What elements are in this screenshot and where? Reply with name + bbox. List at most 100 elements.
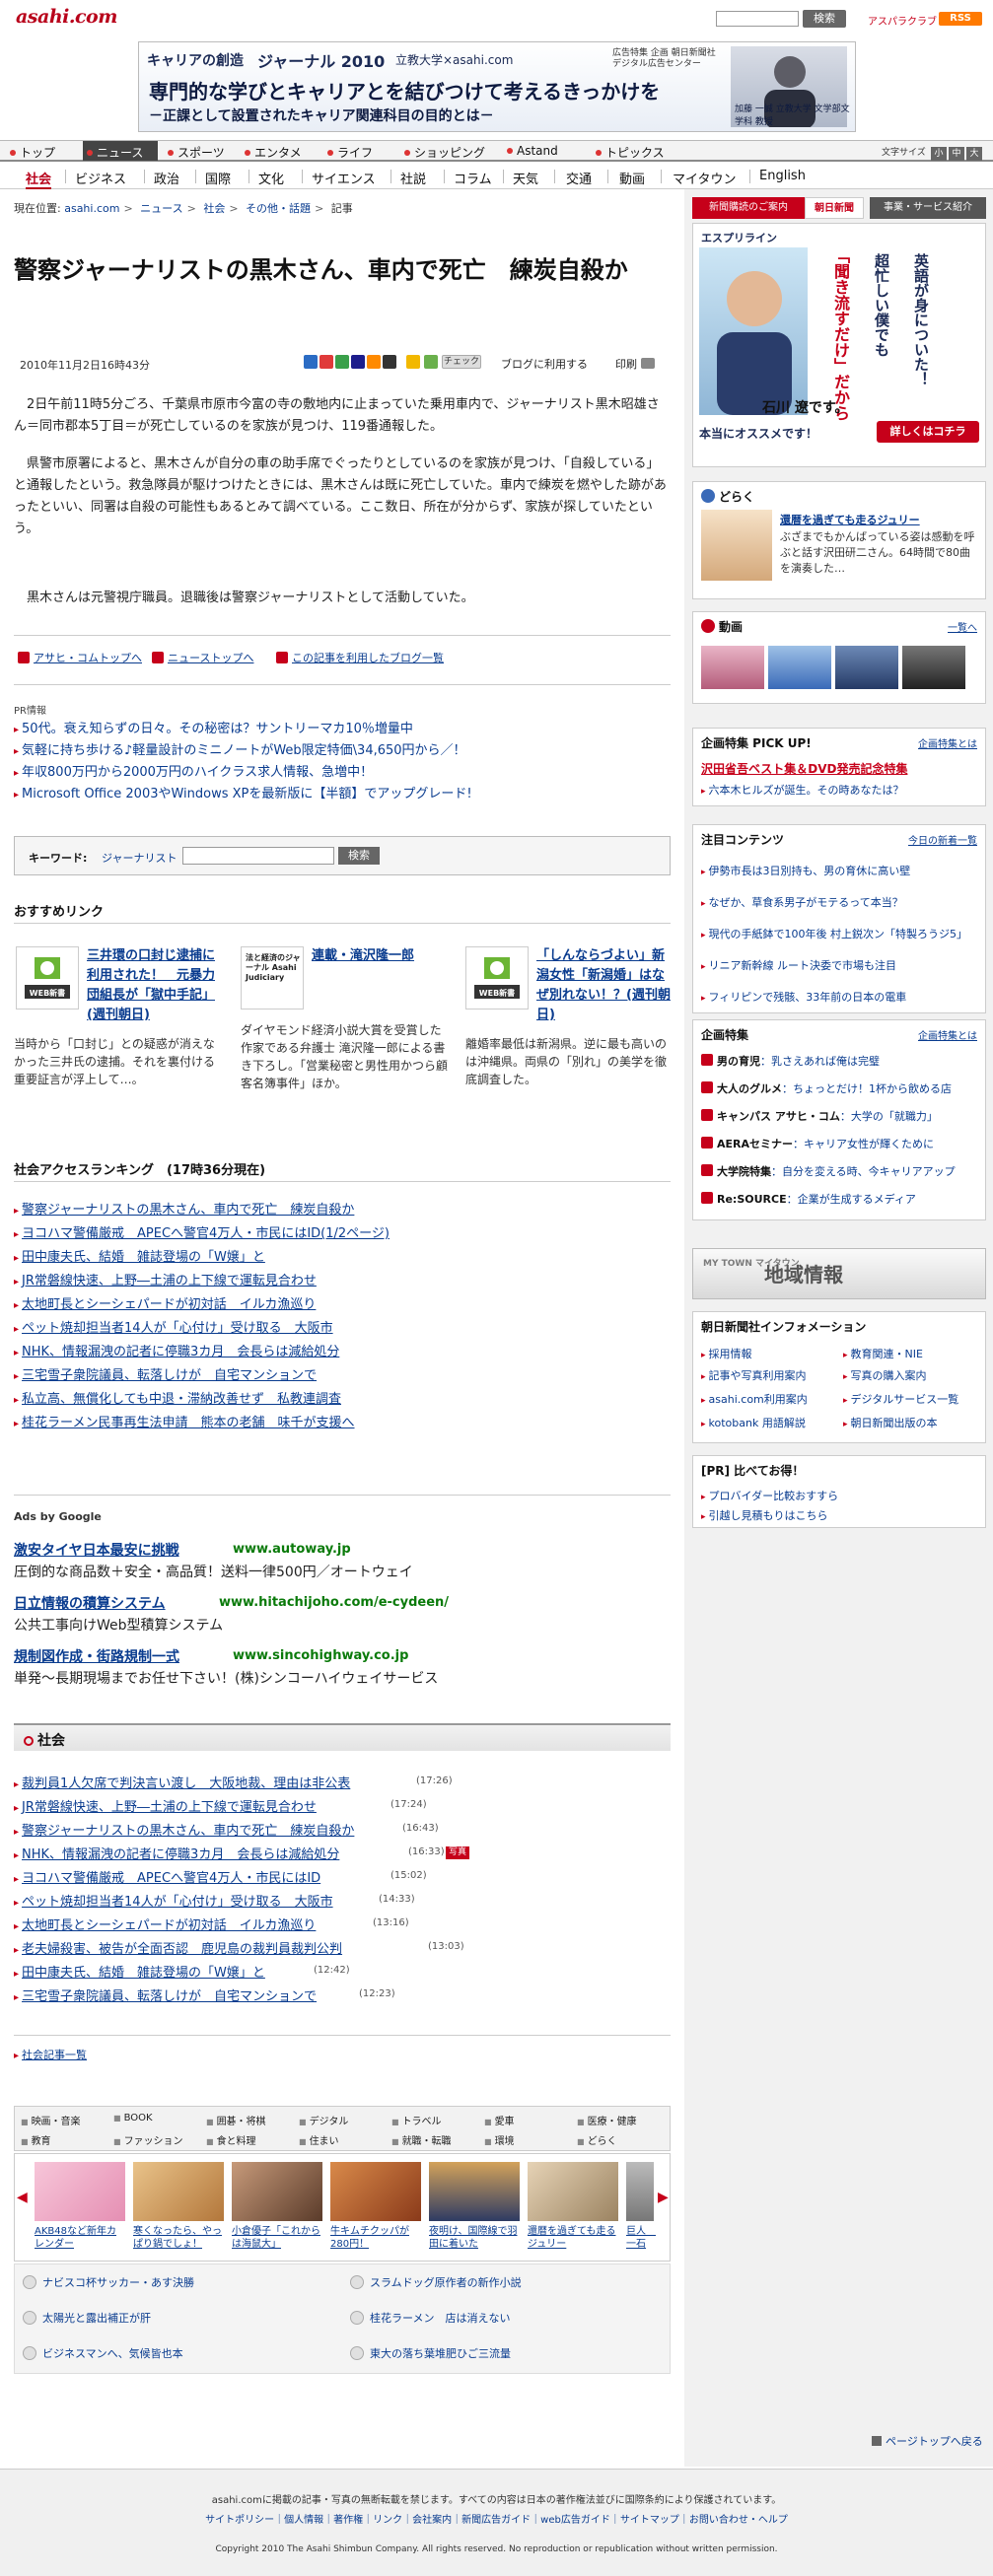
bottom-link[interactable]: ナビスコ杯サッカー・あす決勝 — [23, 2274, 194, 2290]
link-asahi-top[interactable]: アサヒ・コムトップへ — [18, 650, 142, 665]
info-item[interactable]: kotobank 用語解説 — [701, 1415, 806, 1430]
ad-title[interactable]: 規制図作成・街路規制一式 — [14, 1646, 179, 1666]
social-icon[interactable] — [319, 355, 333, 369]
breadcrumb-news[interactable]: ニュース — [140, 202, 182, 215]
info-item[interactable]: 写真の購入案内 — [843, 1367, 927, 1383]
link-blog-list[interactable]: この記事を利用したブログ一覧 — [276, 650, 444, 665]
english-ad[interactable]: エスプリライン 「聞き流すだけ」だから 超忙しい僕でも 英語が身についた！ 石川… — [692, 223, 986, 467]
info-item[interactable]: デジタルサービス一覧 — [843, 1391, 959, 1407]
info-item[interactable]: 教育関連・NIE — [843, 1346, 923, 1361]
featured-item[interactable]: 現代の手紙鉢で100年後 村上鋭次ン「特製ろうジ5」 — [701, 926, 968, 941]
mytown-banner[interactable]: MY TOWN マイタウン 地域情報 — [692, 1248, 986, 1299]
category-link[interactable]: 囲碁・将棋 — [206, 2113, 266, 2127]
category-link[interactable]: 愛車 — [484, 2113, 515, 2127]
text-size-medium[interactable]: 中 — [949, 147, 964, 161]
nav-life[interactable]: ライフ — [327, 144, 373, 161]
featured-item[interactable]: なぜか、草食系男子がモテるって本当？ — [701, 894, 903, 910]
text-size-small[interactable]: 小 — [931, 147, 947, 161]
ad-title[interactable]: 激安タイヤ日本最安に挑戦 — [14, 1540, 179, 1560]
blog-use-link[interactable]: ブログに利用する — [501, 356, 588, 372]
nav-entame[interactable]: エンタメ — [245, 144, 302, 161]
compare-item[interactable]: 引越し見積もりはこちら — [701, 1507, 828, 1523]
shakai-item[interactable]: ペット焼却担当者14人が「心付け」受け取る 大阪市 — [14, 1891, 333, 1910]
search-button[interactable]: 検索 — [803, 10, 846, 28]
ad-cta-button[interactable]: 詳しくはコチラ — [877, 421, 979, 443]
asparaclub-link[interactable]: アスパラクラブ — [868, 13, 937, 28]
pickup-item[interactable]: 六本木ヒルズが誕生。その時あなたは？ — [701, 782, 904, 798]
carousel-image[interactable] — [330, 2162, 421, 2221]
carousel-caption[interactable]: 寒くなったら、やっぱり鍋でしょ！ — [133, 2225, 224, 2251]
ranking-item[interactable]: 三宅雪子衆院議員、転落しけが 自宅マンションで — [14, 1364, 317, 1383]
shakai-item[interactable]: ヨコハマ警備厳戒 APECへ警官4万人・市民にはID — [14, 1867, 320, 1886]
ranking-item[interactable]: 田中康夫氏、結婚 雑誌登場の「W嬢」と — [14, 1246, 265, 1265]
video-title[interactable]: 動画 — [701, 618, 743, 635]
info-item[interactable]: asahi.com利用案内 — [701, 1391, 808, 1407]
feature-item[interactable]: Re:SOURCE：企業が生成するメディア — [717, 1191, 916, 1207]
video-thumb[interactable] — [902, 646, 965, 689]
ad-url[interactable]: www.hitachijoho.com/e-cydeen/ — [219, 1595, 449, 1610]
rss-icon[interactable]: RSS — [939, 12, 982, 26]
rec-title[interactable]: 三井環の口封じ逮捕に利用された！ 元暴力団組長が「獄中手記」(週刊朝日) — [87, 946, 219, 1025]
nav-shopping[interactable]: ショッピング — [404, 144, 485, 161]
featured-item[interactable]: フィリピンで残骸、33年前の日本の電車 — [701, 989, 907, 1005]
compare-item[interactable]: プロバイダー比較おすすら — [701, 1488, 839, 1503]
rss-small-icon[interactable] — [367, 355, 381, 369]
category-link[interactable]: 食と料理 — [206, 2132, 256, 2147]
feature-item[interactable]: キャンパス アサヒ・コム：大学の「就職力」 — [717, 1108, 938, 1124]
carousel-caption[interactable]: 巨人 一石 — [626, 2225, 656, 2251]
ranking-item[interactable]: 私立高、無償化しても中退・滞納改善せず 私教連調査 — [14, 1388, 341, 1407]
hatena-icon[interactable] — [383, 355, 396, 369]
tab-subscription[interactable]: 新聞購読のご案内 — [692, 197, 805, 219]
carousel-image[interactable] — [35, 2162, 125, 2221]
carousel-caption[interactable]: 還暦を過ぎても走るジュリー — [528, 2225, 618, 2251]
carousel-image[interactable] — [626, 2162, 654, 2221]
bottom-link[interactable]: 太陽光と露出補正が肝 — [23, 2310, 151, 2326]
special-more-link[interactable]: 企画特集とは — [918, 1027, 977, 1042]
ad-url[interactable]: www.sincohighway.co.jp — [233, 1648, 408, 1663]
carousel-image[interactable] — [429, 2162, 520, 2221]
video-thumb[interactable] — [835, 646, 898, 689]
nav-top[interactable]: トップ — [10, 144, 55, 161]
info-item[interactable]: 記事や写真利用案内 — [701, 1367, 807, 1383]
shakai-item[interactable]: 太地町長とシーシェパードが初対話 イルカ漁巡り — [14, 1915, 316, 1933]
doraku-title[interactable]: どらく — [701, 488, 754, 505]
featured-more-link[interactable]: 今日の新着一覧 — [908, 832, 977, 847]
subnav-business[interactable]: ビジネス — [75, 169, 126, 187]
rec-title[interactable]: 「しんならづよい」新潟女性「新潟婚」はなぜ別れない！？(週刊朝日) — [536, 946, 671, 1025]
nav-sports[interactable]: スポーツ — [168, 144, 225, 161]
category-link[interactable]: トラベル — [391, 2113, 442, 2127]
shakai-list-link[interactable]: 社会記事一覧 — [14, 2047, 87, 2062]
bottom-link[interactable]: 桂花ラーメン 店は消えない — [350, 2310, 511, 2326]
subnav-politics[interactable]: 政治 — [154, 169, 179, 187]
keyword-input[interactable] — [182, 847, 334, 865]
shakai-item[interactable]: NHK、情報漏洩の記者に停職3カ月 会長らは減給処分 — [14, 1844, 339, 1862]
pr-item[interactable]: 年収800万円から2000万円のハイクラス求人情報、急増中！ — [14, 761, 373, 780]
site-logo[interactable]: asahi.com — [16, 6, 117, 28]
shakai-item[interactable]: 三宅雪子衆院議員、転落しけが 自宅マンションで — [14, 1985, 317, 2004]
video-thumb[interactable] — [768, 646, 831, 689]
carousel-image[interactable] — [528, 2162, 618, 2221]
info-item[interactable]: 採用情報 — [701, 1346, 752, 1361]
shakai-item[interactable]: JR常磐線快速、上野―土浦の上下線で運転見合わせ — [14, 1796, 317, 1815]
keyword-link[interactable]: ジャーナリスト — [102, 850, 177, 866]
category-link[interactable]: BOOK — [113, 2113, 153, 2123]
rec-thumb-webshinsho[interactable]: WEB新書 — [465, 946, 529, 1010]
chevron-left-icon[interactable]: ◀ — [17, 2190, 28, 2205]
category-link[interactable]: 教育 — [21, 2132, 51, 2147]
banner-ad[interactable]: キャリアの創造 ジャーナル 2010 立教大学×asahi.com 広告特集 企… — [138, 41, 856, 132]
print-link[interactable]: 印刷 — [615, 356, 655, 372]
doraku-headline[interactable]: 還暦を過ぎても走るジュリー — [780, 512, 977, 527]
twitter-icon[interactable] — [424, 355, 438, 369]
category-link[interactable]: 就職・転職 — [391, 2132, 452, 2147]
category-link[interactable]: どらく — [577, 2132, 617, 2147]
info-item[interactable]: 朝日新聞出版の本 — [843, 1415, 938, 1430]
ranking-item[interactable]: ヨコハマ警備厳戒 APECへ警官4万人・市民にはID(1/2ページ) — [14, 1222, 390, 1241]
feature-item[interactable]: 大学院特集：自分を変える時、今キャリアアップ — [717, 1163, 956, 1179]
pickup-more-link[interactable]: 企画特集とは — [918, 735, 977, 750]
bottom-link[interactable]: 東大の落ち葉堆肥ひご三流量 — [350, 2345, 511, 2361]
featured-item[interactable]: リニア新幹線 ルート決委で市場も注目 — [701, 957, 897, 973]
nav-news[interactable]: ニュース — [83, 141, 158, 161]
category-link[interactable]: 住まい — [299, 2132, 339, 2147]
tab-asahi-shimbun[interactable]: 朝日新聞 — [805, 197, 864, 219]
subnav-culture[interactable]: 文化 — [258, 169, 284, 187]
